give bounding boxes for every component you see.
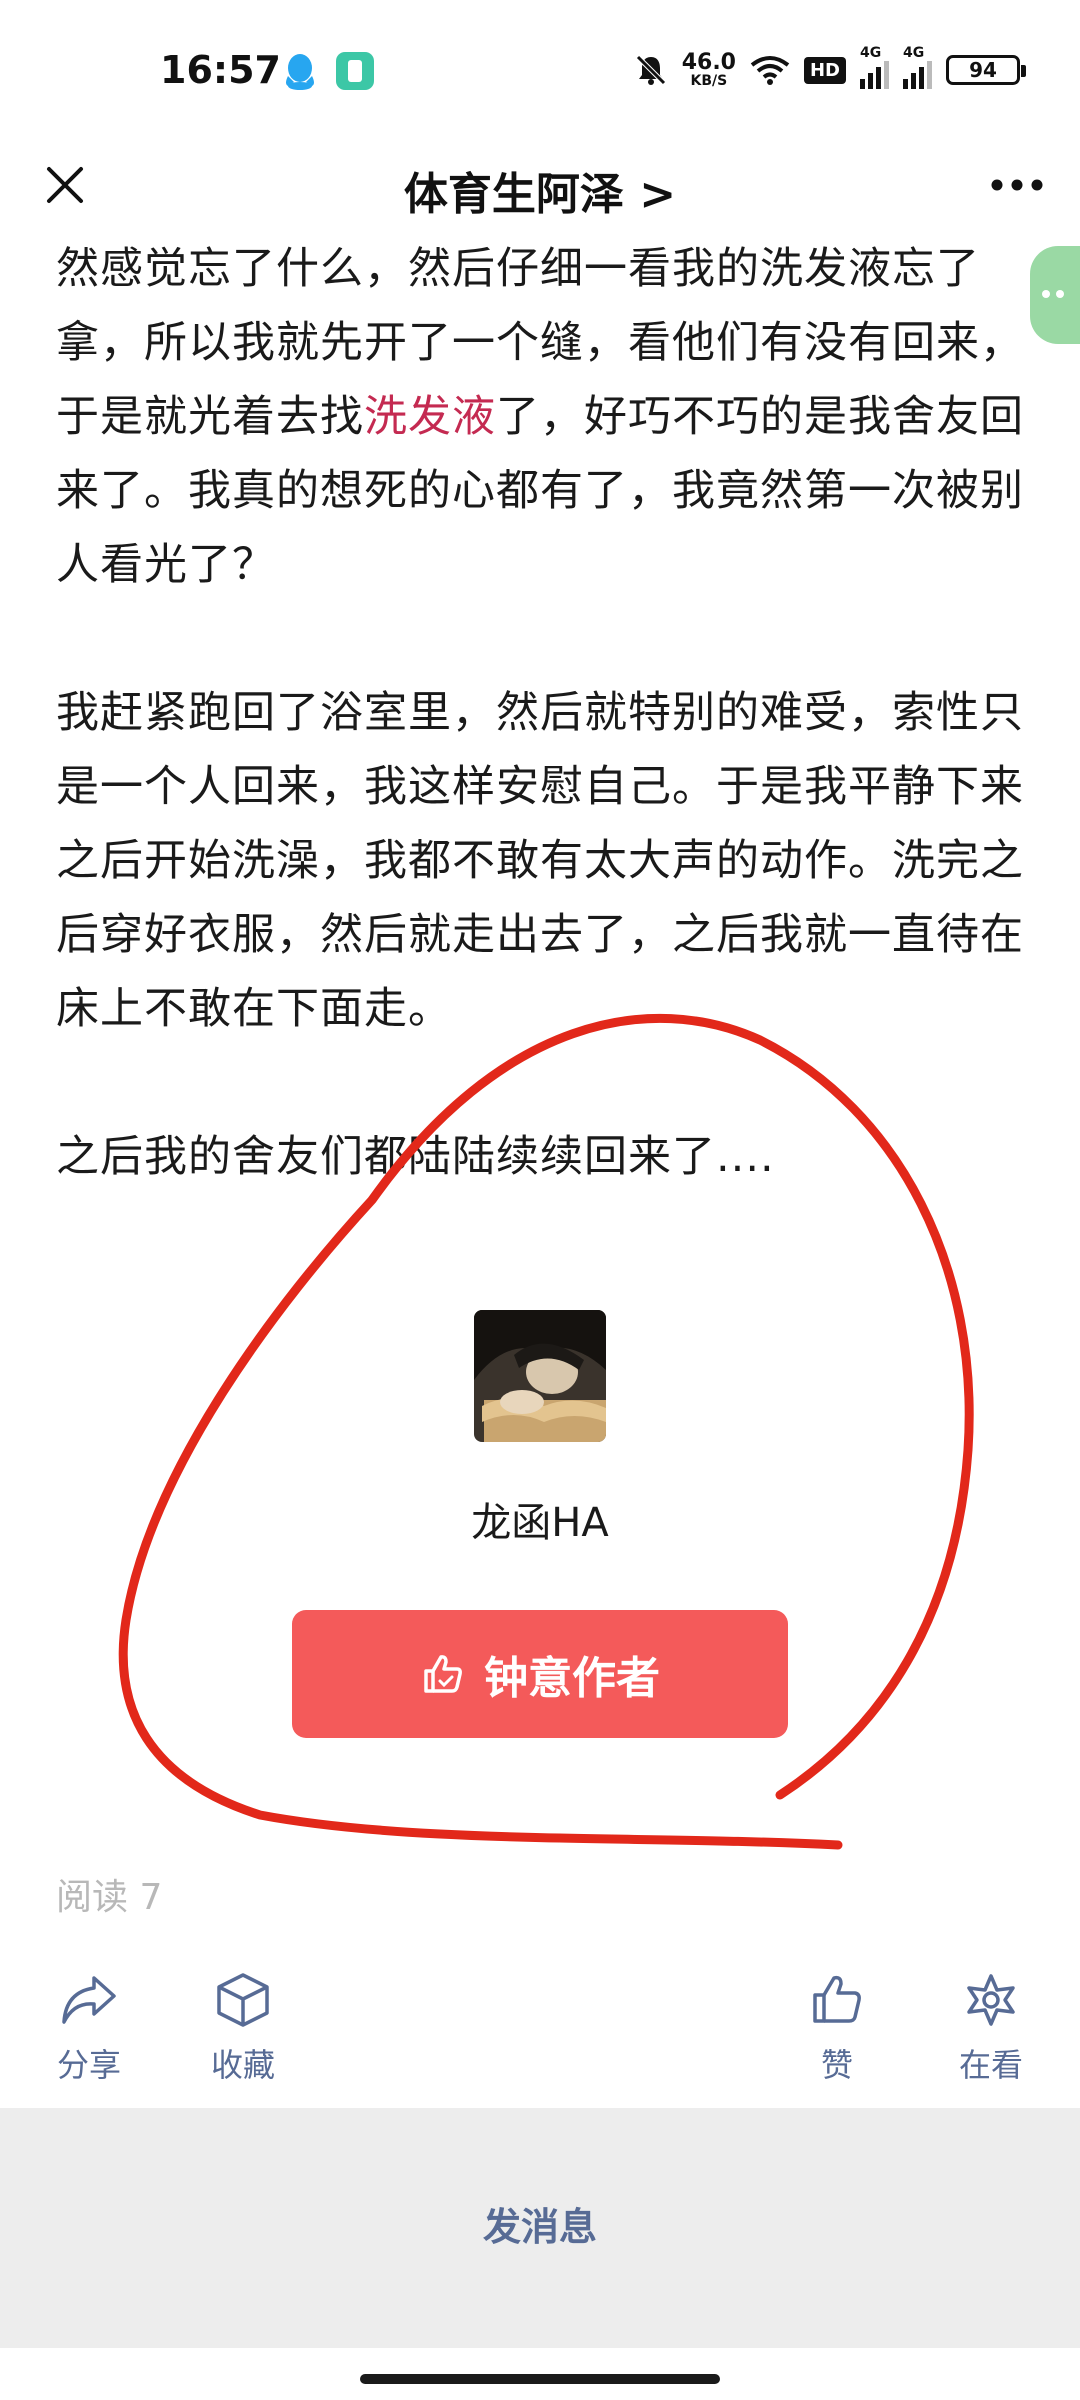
- more-icon: [991, 179, 1043, 191]
- read-count: 阅读 7: [56, 1877, 163, 1918]
- battery-indicator: 94: [946, 55, 1026, 85]
- share-button[interactable]: 分享: [34, 1970, 144, 2086]
- network-speed: 46.0 KB/S: [681, 50, 736, 89]
- hd-badge: HD: [803, 56, 846, 84]
- signal-1-label: 4G: [860, 45, 882, 61]
- wifi-icon: [750, 56, 790, 85]
- star-icon: [967, 1974, 1015, 2026]
- article-body: 然感觉忘了什么，然后仔细一看我的洗发液忘了拿，所以我就先开了一个缝，看他们有没有…: [56, 232, 1026, 1194]
- follow-author-label: 钟意作者: [484, 1653, 660, 1704]
- qq-icon: [286, 54, 314, 90]
- follow-author-button[interactable]: 钟意作者: [292, 1610, 788, 1738]
- share-arrow-icon: [62, 1976, 116, 2024]
- signal-2-icon: 4G: [903, 45, 932, 89]
- author-avatar[interactable]: [474, 1310, 606, 1442]
- keyword-link[interactable]: 洗发液: [364, 392, 496, 442]
- network-speed-value: 46.0: [681, 50, 736, 75]
- notification-app-icon: [336, 52, 374, 90]
- home-indicator[interactable]: [360, 2374, 720, 2384]
- network-speed-unit: KB/S: [690, 73, 728, 89]
- signal-1-icon: 4G: [860, 45, 889, 89]
- article-paragraph-1: 然感觉忘了什么，然后仔细一看我的洗发液忘了拿，所以我就先开了一个缝，看他们有没有…: [56, 232, 1026, 602]
- watching-label: 在看: [958, 2046, 1023, 2084]
- more-button[interactable]: [982, 150, 1052, 220]
- signal-2-label: 4G: [903, 45, 925, 61]
- status-time: 16:57: [160, 48, 281, 92]
- article-paragraph-2: 我赶紧跑回了浴室里，然后就特别的难受，索性只是一个人回来，我这样安慰自己。于是我…: [56, 688, 1024, 1034]
- send-message-button[interactable]: 发消息: [0, 2196, 1080, 2251]
- watching-button[interactable]: 在看: [936, 1970, 1046, 2086]
- article-paragraph-3: 之后我的舍友们都陆陆续续回来了....: [56, 1132, 775, 1182]
- like-label: 赞: [820, 2046, 853, 2084]
- footer-bar: 发消息: [0, 2108, 1080, 2348]
- floating-side-tab[interactable]: [1030, 246, 1080, 344]
- cube-icon: [217, 1973, 269, 2027]
- mute-bell-icon: [635, 55, 666, 85]
- status-right-group: 46.0 KB/S HD 4G 4G 94: [634, 45, 1026, 92]
- like-button[interactable]: 赞: [782, 1970, 892, 2086]
- status-bar: 16:57 46.0 KB/S HD 4G 4G 94: [0, 0, 1080, 130]
- author-name: 龙函HA: [471, 1500, 609, 1546]
- thumbs-up-icon: [813, 1975, 861, 2023]
- thumbs-up-icon: [424, 1655, 462, 1693]
- share-label: 分享: [56, 2046, 121, 2084]
- favorite-label: 收藏: [210, 2046, 275, 2084]
- nav-bar: 体育生阿泽 >: [0, 130, 1080, 240]
- account-title-link[interactable]: 体育生阿泽 >: [0, 158, 1080, 222]
- favorite-button[interactable]: 收藏: [188, 1970, 298, 2086]
